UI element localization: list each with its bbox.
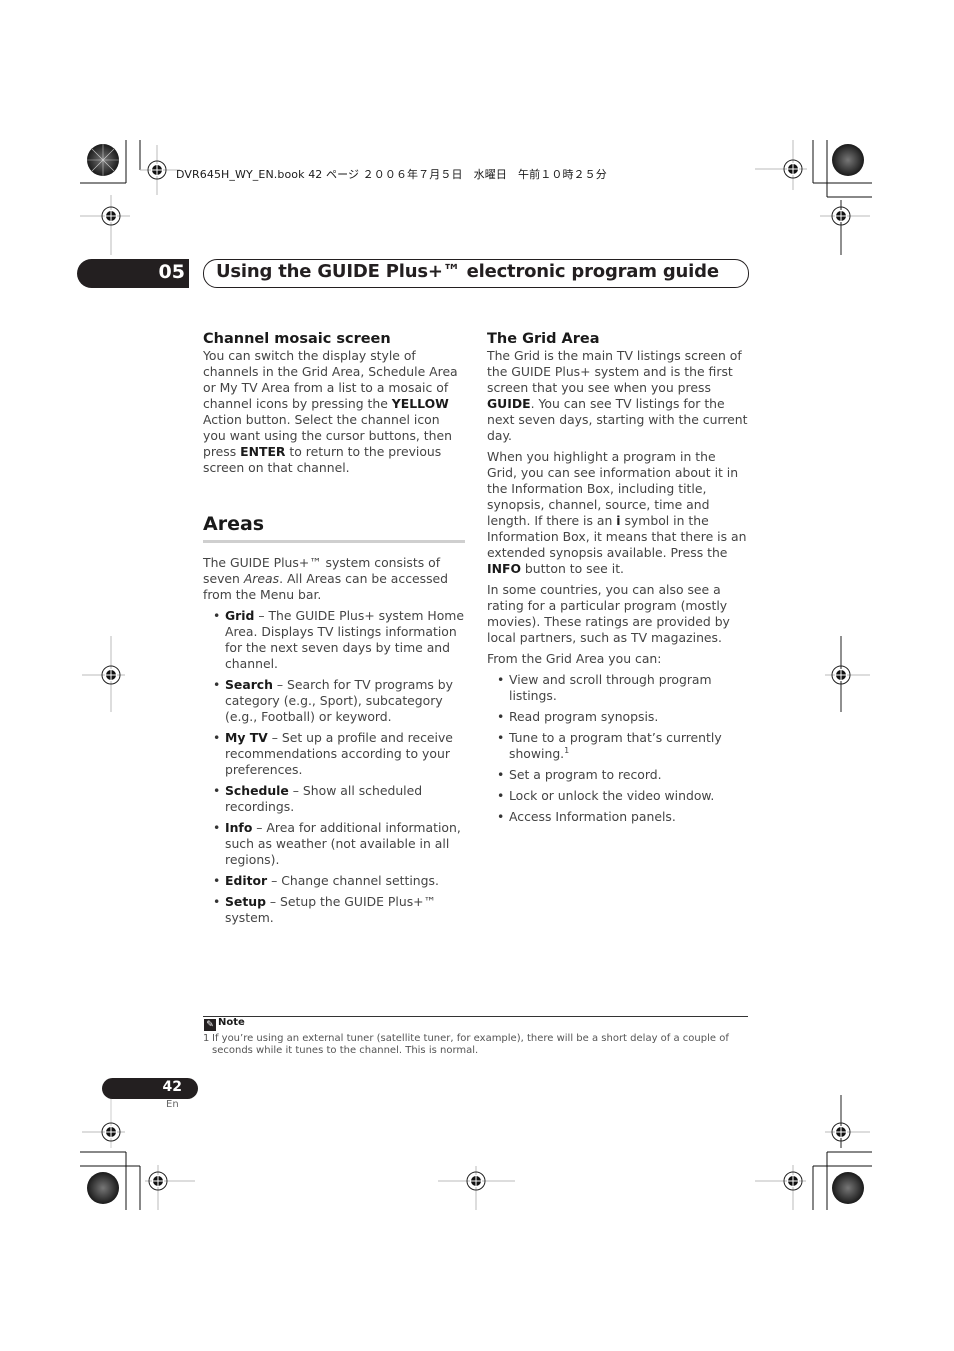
bullet-icon: • <box>213 894 221 909</box>
bullet-icon: • <box>213 608 221 623</box>
right-column: The Grid Area The Grid is the main TV li… <box>487 330 749 830</box>
list-item: • Editor – Change channel settings. <box>203 873 465 889</box>
area-desc: – The GUIDE Plus+ system Home Area. Disp… <box>225 608 464 671</box>
bullet-icon: • <box>213 820 221 835</box>
color-bar-disc-icon <box>87 1172 119 1204</box>
area-term: Search <box>225 677 273 692</box>
button-name-yellow: YELLOW <box>391 396 449 411</box>
area-term: Info <box>225 820 253 835</box>
section-heading-areas: Areas <box>203 513 265 535</box>
page-number: 42 <box>162 1079 182 1095</box>
area-term: Schedule <box>225 783 289 798</box>
list-item-text: Set a program to record. <box>509 767 662 782</box>
bullet-icon: • <box>497 767 505 782</box>
list-item: • Read program synopsis. <box>487 709 749 725</box>
chapter-number: 05 <box>158 261 185 283</box>
note-divider <box>203 1016 748 1017</box>
color-bar-disc-icon <box>832 1172 864 1204</box>
mosaic-paragraph: You can switch the display style of chan… <box>203 348 465 476</box>
areas-intro: The GUIDE Plus+™ system consists of seve… <box>203 555 465 603</box>
grid-paragraph-1: The Grid is the main TV listings screen … <box>487 348 749 444</box>
bullet-icon: • <box>497 672 505 687</box>
area-desc: – Change channel settings. <box>267 873 439 888</box>
note-heading-label: Note <box>218 1017 245 1028</box>
bullet-icon: • <box>213 783 221 798</box>
grid-paragraph-4: From the Grid Area you can: <box>487 651 662 666</box>
list-item-text: View and scroll through program listings… <box>509 672 712 703</box>
grid-actions-list: • View and scroll through program listing… <box>487 672 749 825</box>
area-term: Setup <box>225 894 266 909</box>
chapter-number-tab: 05 <box>77 259 189 288</box>
button-name-guide: GUIDE <box>487 396 531 411</box>
bullet-icon: • <box>497 809 505 824</box>
text-italic: Areas <box>243 571 280 586</box>
list-item: • Info – Area for additional information,… <box>203 820 465 868</box>
list-item: • Access Information panels. <box>487 809 749 825</box>
bullet-icon: • <box>497 730 505 745</box>
bullet-icon: • <box>497 709 505 724</box>
print-crop-marks <box>80 140 872 1210</box>
area-desc: – Area for additional information, such … <box>225 820 461 867</box>
list-item-text: Read program synopsis. <box>509 709 659 724</box>
left-column: Channel mosaic screen You can switch the… <box>203 330 465 931</box>
button-name-info: INFO <box>487 561 521 576</box>
page-language: En <box>166 1099 179 1110</box>
list-item: • Setup – Setup the GUIDE Plus+™ system. <box>203 894 465 926</box>
list-item: • Grid – The GUIDE Plus+ system Home Area… <box>203 608 465 672</box>
footnote: 1 If you’re using an external tuner (sat… <box>203 1033 753 1057</box>
note-heading: ✎ Note <box>204 1017 245 1031</box>
list-item: • Lock or unlock the video window. <box>487 788 749 804</box>
footnote-text: If you’re using an external tuner (satel… <box>212 1033 729 1056</box>
list-item-text: Tune to a program that’s currently showi… <box>509 730 722 761</box>
list-item: • Schedule – Show all scheduled recording… <box>203 783 465 815</box>
area-term: Editor <box>225 873 268 888</box>
list-item-text: Access Information panels. <box>509 809 676 824</box>
section-heading-channel-mosaic: Channel mosaic screen <box>203 331 391 347</box>
section-heading-grid-area: The Grid Area <box>487 331 600 347</box>
bullet-icon: • <box>213 873 221 888</box>
list-item: • My TV – Set up a profile and receive re… <box>203 730 465 778</box>
area-term: My TV <box>225 730 268 745</box>
color-bar-disc-icon <box>832 144 864 176</box>
page-number-tab: 42 <box>102 1078 198 1099</box>
bullet-icon: • <box>213 677 221 692</box>
grid-paragraph-2: When you highlight a program in the Grid… <box>487 449 749 577</box>
list-item-text: Lock or unlock the video window. <box>509 788 715 803</box>
list-item: • View and scroll through program listing… <box>487 672 749 704</box>
list-item: • Set a program to record. <box>487 767 749 783</box>
area-term: Grid <box>225 608 255 623</box>
footnote-number: 1 <box>203 1033 210 1044</box>
pencil-note-icon: ✎ <box>204 1019 216 1031</box>
print-header: DVR645H_WY_EN.book 42 ページ ２００６年７月５日 水曜日 … <box>176 168 607 181</box>
text-run: The Grid is the main TV listings screen … <box>487 348 742 395</box>
areas-list: • Grid – The GUIDE Plus+ system Home Area… <box>203 608 465 926</box>
list-item: • Search – Search for TV programs by cate… <box>203 677 465 725</box>
bullet-icon: • <box>497 788 505 803</box>
chapter-title-box: Using the GUIDE Plus+™ electronic progra… <box>203 259 749 288</box>
list-item: • Tune to a program that’s currently show… <box>487 730 749 762</box>
button-name-enter: ENTER <box>240 444 286 459</box>
bullet-icon: • <box>213 730 221 745</box>
footnote-reference[interactable]: 1 <box>564 746 569 755</box>
text-run: button to see it. <box>520 561 624 576</box>
chapter-title: Using the GUIDE Plus+™ electronic progra… <box>216 261 719 282</box>
grid-paragraph-3: In some countries, you can also see a ra… <box>487 582 730 645</box>
